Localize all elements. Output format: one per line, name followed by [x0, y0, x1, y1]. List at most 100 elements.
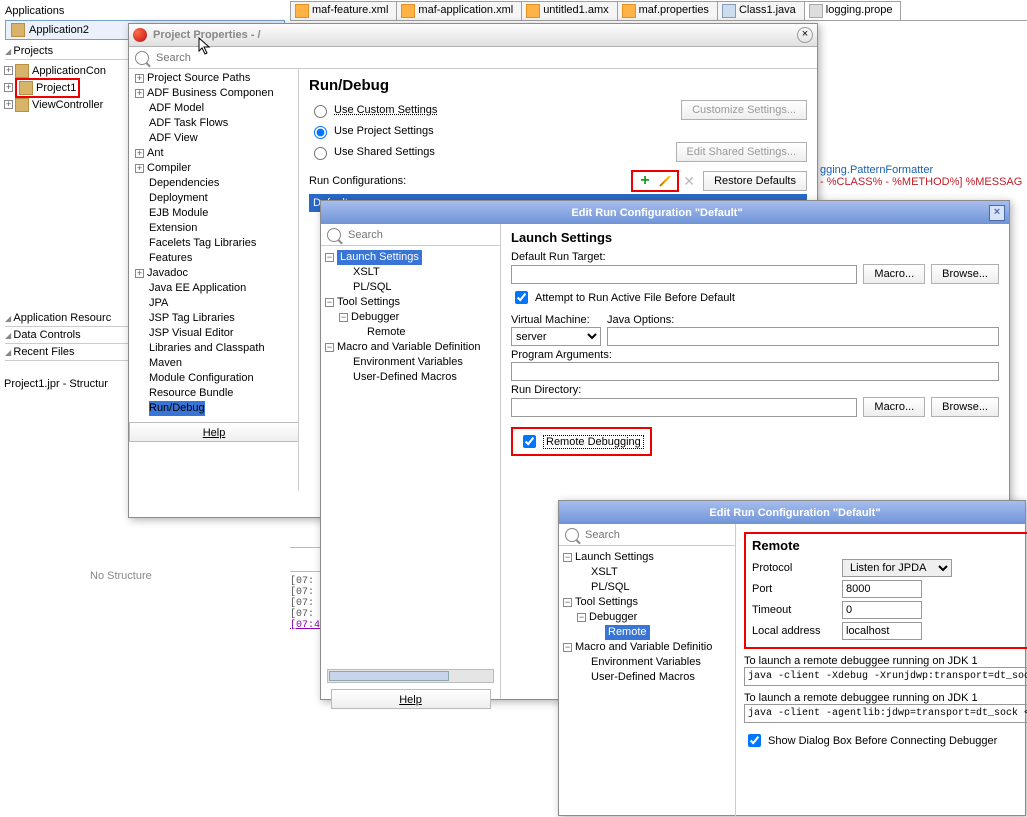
- tree-node[interactable]: Javadoc: [147, 266, 188, 281]
- expand-icon[interactable]: +: [135, 164, 144, 173]
- radio-input[interactable]: [314, 147, 327, 160]
- tree-node[interactable]: Macro and Variable Definitio: [575, 640, 712, 655]
- tree-node[interactable]: ADF View: [149, 131, 198, 146]
- radio-input[interactable]: [314, 105, 327, 118]
- tab-logging[interactable]: logging.prope: [804, 1, 902, 20]
- close-icon[interactable]: ×: [797, 27, 813, 43]
- tab-maf-feature[interactable]: maf-feature.xml: [290, 1, 397, 20]
- section-app-resources[interactable]: Application Resourc: [5, 310, 135, 327]
- expand-icon[interactable]: +: [135, 149, 144, 158]
- tree-node[interactable]: Macro and Variable Definition: [337, 340, 480, 355]
- tree-node[interactable]: Java EE Application: [149, 281, 246, 296]
- search-input[interactable]: [153, 50, 811, 66]
- section-recent-files[interactable]: Recent Files: [5, 344, 135, 361]
- tree-node[interactable]: JSP Tag Libraries: [149, 311, 235, 326]
- vm-select[interactable]: server: [511, 327, 601, 346]
- expand-icon[interactable]: +: [135, 89, 144, 98]
- tree-node-selected[interactable]: Remote: [605, 625, 650, 640]
- tree-node[interactable]: Libraries and Classpath: [149, 341, 265, 356]
- collapse-icon[interactable]: −: [325, 253, 334, 262]
- collapse-icon[interactable]: −: [325, 343, 334, 352]
- radio-shared[interactable]: Use Shared Settings: [309, 144, 435, 160]
- tree-node[interactable]: Ant: [147, 146, 164, 161]
- expand-icon[interactable]: +: [4, 66, 13, 75]
- tree-node[interactable]: Tool Settings: [337, 295, 400, 310]
- radio-input[interactable]: [314, 126, 327, 139]
- tree-node[interactable]: ADF Model: [149, 101, 204, 116]
- tree-node[interactable]: Tool Settings: [575, 595, 638, 610]
- timeout-input[interactable]: [842, 601, 922, 619]
- customize-settings-button[interactable]: Customize Settings...: [681, 100, 807, 120]
- delete-icon[interactable]: ✕: [680, 172, 698, 190]
- expand-icon[interactable]: +: [135, 74, 144, 83]
- program-args-input[interactable]: [511, 362, 999, 381]
- tree-node[interactable]: Project Source Paths: [147, 71, 250, 86]
- macro-button[interactable]: Macro...: [863, 264, 925, 284]
- tree-node[interactable]: Maven: [149, 356, 182, 371]
- tab-maf-application[interactable]: maf-application.xml: [396, 1, 522, 20]
- tab-class1[interactable]: Class1.java: [717, 1, 805, 20]
- tree-node[interactable]: Environment Variables: [591, 655, 701, 670]
- protocol-select[interactable]: Listen for JPDA: [842, 559, 952, 577]
- command-box[interactable]: java -client -agentlib:jdwp=transport=dt…: [744, 704, 1027, 723]
- tree-node[interactable]: User-Defined Macros: [591, 670, 695, 685]
- tree-node[interactable]: Environment Variables: [353, 355, 463, 370]
- collapse-icon[interactable]: −: [563, 598, 572, 607]
- search-input[interactable]: [345, 227, 494, 243]
- tab-maf-properties[interactable]: maf.properties: [617, 1, 718, 20]
- help-button[interactable]: Help: [129, 422, 299, 442]
- collapse-icon[interactable]: −: [563, 553, 572, 562]
- collapse-icon[interactable]: −: [577, 613, 586, 622]
- tree-node[interactable]: EJB Module: [149, 206, 208, 221]
- help-button[interactable]: Help: [331, 689, 491, 709]
- tree-node[interactable]: Features: [149, 251, 192, 266]
- tree-node[interactable]: ADF Business Componen: [147, 86, 274, 101]
- tree-node-appcontroller[interactable]: +ApplicationCon: [0, 62, 135, 79]
- dialog-titlebar[interactable]: Edit Run Configuration "Default": [559, 501, 1025, 524]
- tab-untitled1[interactable]: untitled1.amx: [521, 1, 617, 20]
- tree-node[interactable]: User-Defined Macros: [353, 370, 457, 385]
- expand-icon[interactable]: +: [135, 269, 144, 278]
- tree-node[interactable]: Dependencies: [149, 176, 219, 191]
- radio-custom[interactable]: Use Custom Settings: [309, 102, 437, 118]
- tree-node[interactable]: Launch Settings: [575, 550, 654, 565]
- remote-debugging-checkbox[interactable]: [523, 435, 536, 448]
- expand-icon[interactable]: +: [4, 100, 13, 109]
- dialog-titlebar[interactable]: Edit Run Configuration "Default" ×: [321, 201, 1009, 224]
- tree-node[interactable]: Remote: [367, 325, 406, 340]
- dialog-titlebar[interactable]: Project Properties - / ×: [129, 24, 817, 47]
- tree-node[interactable]: XSLT: [353, 265, 380, 280]
- browse-button[interactable]: Browse...: [931, 264, 999, 284]
- tree-node[interactable]: Compiler: [147, 161, 191, 176]
- edit-icon[interactable]: [656, 172, 674, 190]
- tree-node[interactable]: JPA: [149, 296, 168, 311]
- expand-icon[interactable]: +: [4, 83, 13, 92]
- tree-node-selected[interactable]: Run/Debug: [149, 401, 205, 416]
- close-icon[interactable]: ×: [989, 205, 1005, 221]
- tree-node[interactable]: JSP Visual Editor: [149, 326, 234, 341]
- tree-node[interactable]: Debugger: [351, 310, 399, 325]
- section-data-controls[interactable]: Data Controls: [5, 327, 135, 344]
- run-dir-input[interactable]: [511, 398, 857, 417]
- tree-node[interactable]: ADF Task Flows: [149, 116, 228, 131]
- search-input[interactable]: [583, 527, 729, 543]
- browse-button[interactable]: Browse...: [931, 397, 999, 417]
- tree-node[interactable]: PL/SQL: [591, 580, 630, 595]
- collapse-icon[interactable]: −: [563, 643, 572, 652]
- tree-node[interactable]: Resource Bundle: [149, 386, 233, 401]
- collapse-icon[interactable]: −: [325, 298, 334, 307]
- attempt-checkbox[interactable]: [515, 291, 528, 304]
- tree-node[interactable]: Module Configuration: [149, 371, 254, 386]
- tree-node[interactable]: Extension: [149, 221, 197, 236]
- restore-defaults-button[interactable]: Restore Defaults: [703, 171, 807, 191]
- horizontal-scrollbar[interactable]: [327, 669, 494, 683]
- collapse-icon[interactable]: −: [339, 313, 348, 322]
- radio-project[interactable]: Use Project Settings: [309, 123, 434, 139]
- tree-node[interactable]: Deployment: [149, 191, 208, 206]
- local-address-input[interactable]: [842, 622, 922, 640]
- tree-node[interactable]: Facelets Tag Libraries: [149, 236, 256, 251]
- macro-button[interactable]: Macro...: [863, 397, 925, 417]
- add-icon[interactable]: +: [636, 172, 654, 190]
- show-dialog-checkbox[interactable]: [748, 734, 761, 747]
- tree-node[interactable]: XSLT: [591, 565, 618, 580]
